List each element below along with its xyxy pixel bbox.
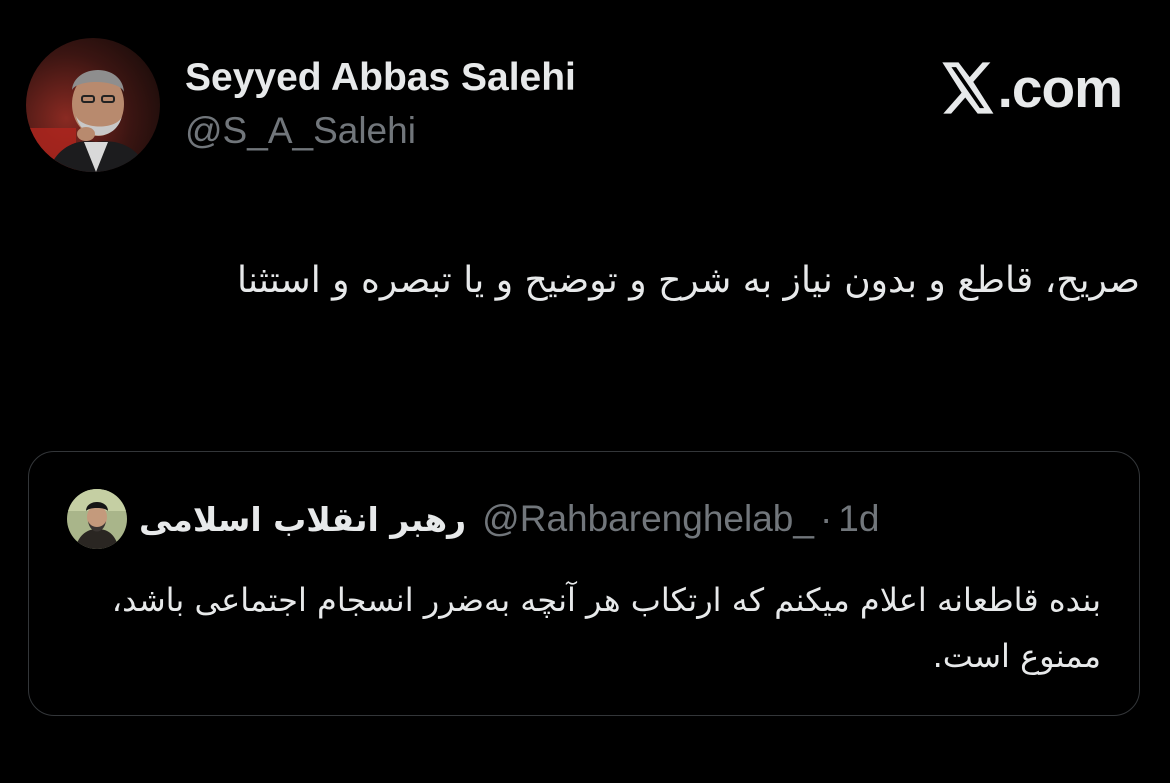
tweet-body-text: صریح، قاطع و بدون نیاز به شرح و توضیح و …: [237, 260, 1140, 301]
quoted-tweet-header: رهبر انقلاب اسلامی @Rahbarenghelab_ · 1d: [67, 488, 879, 550]
quoted-tweet-body-text: بنده قاطعانه اعلام میکنم که ارتکاب هر آن…: [111, 581, 1101, 675]
quoted-tweet-card[interactable]: رهبر انقلاب اسلامی @Rahbarenghelab_ · 1d…: [28, 451, 1140, 716]
author-display-name[interactable]: Seyyed Abbas Salehi: [185, 56, 576, 100]
quoted-author-display-name[interactable]: رهبر انقلاب اسلامی: [139, 500, 466, 539]
quoted-separator: ·: [819, 498, 833, 539]
author-handle[interactable]: @S_A_Salehi: [185, 110, 416, 152]
author-avatar[interactable]: [26, 38, 160, 172]
brand-watermark: .com: [940, 57, 1123, 119]
x-logo-icon: [941, 62, 994, 114]
quoted-avatar-image: [67, 489, 127, 549]
brand-domain: .com: [997, 57, 1123, 119]
quoted-timestamp[interactable]: 1d: [838, 498, 879, 540]
quoted-author-handle[interactable]: @Rahbarenghelab_: [482, 498, 814, 540]
author-avatar-image: [26, 38, 160, 172]
quoted-author-avatar[interactable]: [67, 489, 127, 549]
tweet-header: Seyyed Abbas Salehi @S_A_Salehi .com: [0, 0, 1170, 200]
